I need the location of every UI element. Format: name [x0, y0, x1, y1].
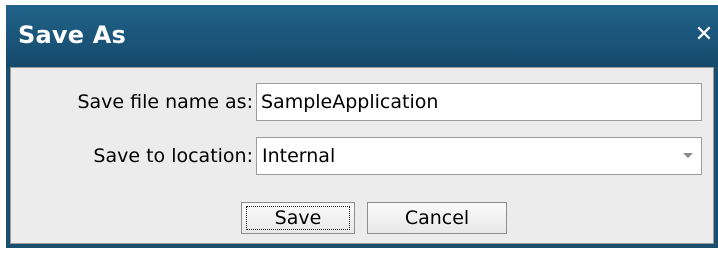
dialog-title: Save As [18, 21, 127, 49]
location-row: Save to location: Internal [11, 137, 713, 175]
dialog-body: Save file name as: Save to location: Int… [10, 67, 714, 244]
location-select[interactable]: Internal [256, 137, 702, 175]
save-button-label: Save [274, 207, 322, 229]
file-name-input[interactable] [256, 83, 702, 121]
cancel-button[interactable]: Cancel [367, 202, 507, 234]
location-selected-value: Internal [262, 145, 336, 167]
cancel-button-label: Cancel [404, 207, 470, 229]
file-name-row: Save file name as: [11, 83, 713, 121]
save-as-dialog: Save As ✕ Save file name as: Save to loc… [6, 5, 718, 248]
chevron-down-icon[interactable] [683, 153, 693, 158]
file-name-label: Save file name as: [77, 91, 253, 113]
location-label: Save to location: [93, 145, 253, 167]
close-icon[interactable]: ✕ [692, 23, 716, 47]
dialog-titlebar[interactable]: Save As ✕ [6, 5, 718, 67]
save-button[interactable]: Save [241, 202, 355, 234]
